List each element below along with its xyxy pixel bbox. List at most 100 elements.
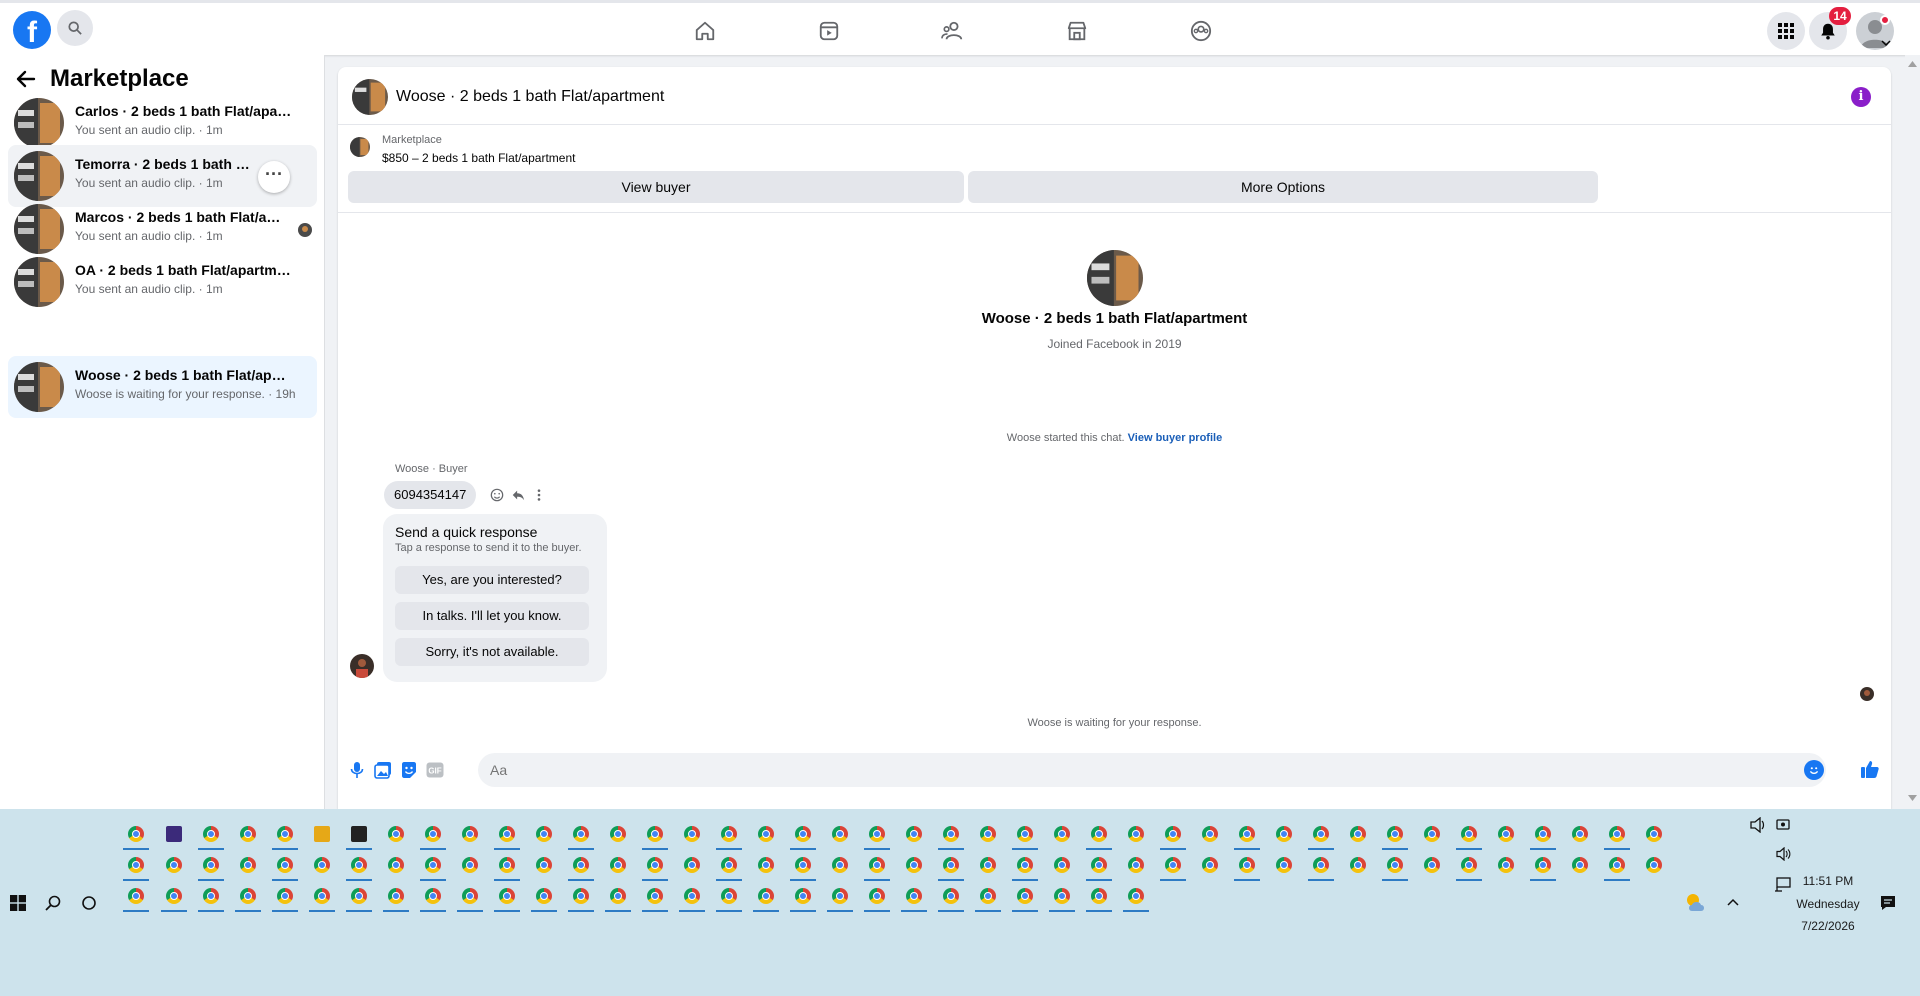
chrome-icon[interactable] <box>351 888 367 904</box>
chrome-icon[interactable] <box>1387 826 1403 842</box>
cortana-icon[interactable] <box>81 895 97 911</box>
chrome-icon[interactable] <box>832 888 848 904</box>
chrome-icon[interactable] <box>1202 857 1218 873</box>
menu-grid-button[interactable] <box>1767 12 1805 50</box>
video-icon[interactable] <box>815 17 843 45</box>
chrome-icon[interactable] <box>869 826 885 842</box>
microphone-icon[interactable] <box>347 760 367 780</box>
thumbs-up-icon[interactable] <box>1859 758 1881 780</box>
chrome-icon[interactable] <box>1091 857 1107 873</box>
chrome-icon[interactable] <box>721 826 737 842</box>
chrome-icon[interactable] <box>1461 857 1477 873</box>
chrome-icon[interactable] <box>388 857 404 873</box>
chrome-icon[interactable] <box>388 826 404 842</box>
chrome-icon[interactable] <box>943 888 959 904</box>
chrome-icon[interactable] <box>1017 888 1033 904</box>
scroll-up-arrow-icon[interactable] <box>1908 61 1917 67</box>
chrome-icon[interactable] <box>425 888 441 904</box>
reply-icon[interactable] <box>509 486 527 504</box>
chrome-icon[interactable] <box>1091 826 1107 842</box>
chrome-icon[interactable] <box>906 826 922 842</box>
chrome-icon[interactable] <box>610 888 626 904</box>
chrome-icon[interactable] <box>499 888 515 904</box>
chrome-icon[interactable] <box>1165 826 1181 842</box>
react-emoji-icon[interactable] <box>488 486 506 504</box>
home-icon[interactable] <box>691 17 719 45</box>
chrome-icon[interactable] <box>980 826 996 842</box>
chrome-icon[interactable] <box>1313 826 1329 842</box>
chrome-icon[interactable] <box>1128 888 1144 904</box>
chrome-icon[interactable] <box>647 857 663 873</box>
listing-price[interactable]: $850 – 2 beds 1 bath Flat/apartment <box>382 151 575 165</box>
chrome-icon[interactable] <box>1017 826 1033 842</box>
chrome-icon[interactable] <box>573 888 589 904</box>
chrome-icon[interactable] <box>351 857 367 873</box>
chrome-icon[interactable] <box>425 857 441 873</box>
listing-avatar[interactable] <box>352 79 388 115</box>
sticker-icon[interactable] <box>399 760 419 780</box>
chrome-icon[interactable] <box>795 826 811 842</box>
chrome-icon[interactable] <box>499 857 515 873</box>
chrome-icon[interactable] <box>610 826 626 842</box>
chrome-icon[interactable] <box>203 857 219 873</box>
chrome-icon[interactable] <box>832 857 848 873</box>
chrome-icon[interactable] <box>1128 826 1144 842</box>
chrome-icon[interactable] <box>277 888 293 904</box>
chrome-icon[interactable] <box>166 888 182 904</box>
search-button[interactable] <box>57 10 93 46</box>
chrome-icon[interactable] <box>832 826 848 842</box>
chrome-icon[interactable] <box>684 888 700 904</box>
chrome-icon[interactable] <box>684 826 700 842</box>
chrome-icon[interactable] <box>1609 857 1625 873</box>
chrome-icon[interactable] <box>1054 826 1070 842</box>
chrome-icon[interactable] <box>758 888 774 904</box>
chrome-icon[interactable] <box>1498 857 1514 873</box>
more-vertical-icon[interactable] <box>530 486 548 504</box>
chrome-icon[interactable] <box>240 857 256 873</box>
chrome-icon[interactable] <box>128 888 144 904</box>
chrome-icon[interactable] <box>240 826 256 842</box>
chrome-icon[interactable] <box>1276 857 1292 873</box>
emoji-icon[interactable] <box>1804 760 1824 780</box>
chrome-icon[interactable] <box>1350 857 1366 873</box>
chrome-icon[interactable] <box>1498 826 1514 842</box>
chrome-icon[interactable] <box>1239 826 1255 842</box>
chrome-icon[interactable] <box>573 857 589 873</box>
chrome-icon[interactable] <box>128 857 144 873</box>
chrome-icon[interactable] <box>610 857 626 873</box>
chrome-icon[interactable] <box>1646 857 1662 873</box>
chat-title[interactable]: Woose · 2 beds 1 bath Flat/apartment <box>396 88 664 106</box>
chrome-icon[interactable] <box>1276 826 1292 842</box>
chrome-icon[interactable] <box>684 857 700 873</box>
chrome-icon[interactable] <box>1572 857 1588 873</box>
action-center-icon[interactable] <box>1880 895 1896 911</box>
back-arrow-icon[interactable] <box>16 70 36 88</box>
conversation-item-active[interactable]: Woose · 2 beds 1 bath Flat/apartm... Woo… <box>8 356 317 418</box>
chrome-icon[interactable] <box>795 857 811 873</box>
chrome-icon[interactable] <box>462 826 478 842</box>
speaker-icon[interactable] <box>1776 847 1792 861</box>
view-buyer-button[interactable]: View buyer <box>348 171 964 203</box>
gif-icon[interactable]: GIF <box>425 760 445 780</box>
chrome-icon[interactable] <box>1202 826 1218 842</box>
chrome-icon[interactable] <box>277 826 293 842</box>
quick-response-button[interactable]: Sorry, it's not available. <box>395 638 589 666</box>
more-options-button[interactable]: More Options <box>968 171 1598 203</box>
quick-response-button[interactable]: Yes, are you interested? <box>395 566 589 594</box>
message-input[interactable] <box>490 753 1780 787</box>
chevron-up-icon[interactable] <box>1727 898 1739 906</box>
chrome-icon[interactable] <box>1054 888 1070 904</box>
chrome-icon[interactable] <box>1424 857 1440 873</box>
chrome-icon[interactable] <box>721 857 737 873</box>
chrome-icon[interactable] <box>1350 826 1366 842</box>
weather-icon[interactable] <box>1684 891 1708 913</box>
chrome-icon[interactable] <box>758 826 774 842</box>
facebook-logo-icon[interactable]: f <box>13 11 51 49</box>
chrome-icon[interactable] <box>425 826 441 842</box>
chrome-icon[interactable] <box>203 888 219 904</box>
view-buyer-profile-link[interactable]: View buyer profile <box>1128 432 1223 444</box>
scroll-down-arrow-icon[interactable] <box>1908 795 1917 801</box>
marketplace-icon[interactable] <box>1063 17 1091 45</box>
chrome-icon[interactable] <box>980 857 996 873</box>
taskbar-search-icon[interactable] <box>45 895 61 911</box>
